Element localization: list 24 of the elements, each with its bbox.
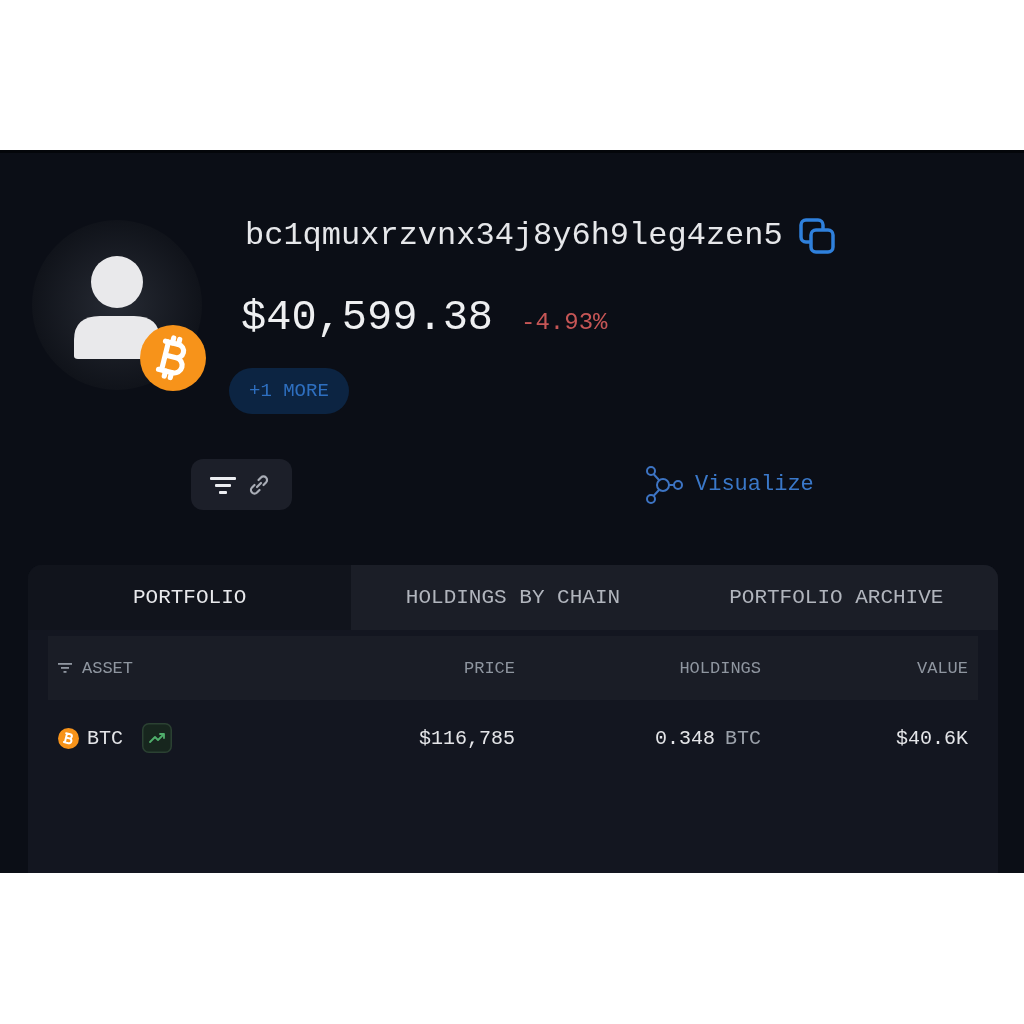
node-graph-icon (645, 465, 683, 504)
visualize-link[interactable]: Visualize (645, 465, 814, 504)
portfolio-tab[interactable]: PORTFOLIO ARCHIVE (674, 565, 998, 630)
asset-symbol: BTC (87, 726, 123, 750)
filter-icon[interactable] (58, 663, 72, 673)
portfolio-tab[interactable]: PORTFOLIO (28, 565, 352, 630)
copy-icon[interactable] (798, 218, 835, 254)
column-header: PRICE (464, 658, 515, 678)
filter-icon[interactable] (210, 475, 236, 494)
balance-amount: $40,599.38 (241, 293, 494, 343)
column-header: HOLDINGS (679, 658, 761, 678)
bitcoin-icon (58, 727, 79, 749)
asset-holdings: 0.348 (654, 726, 715, 750)
holdings-unit: BTC (725, 726, 761, 750)
balance-change: -4.93% (521, 308, 608, 338)
asset-value: $40.6K (896, 726, 968, 750)
bitcoin-icon (140, 325, 206, 391)
asset-price: $116,785 (419, 726, 515, 750)
portfolio-tab[interactable]: HOLDINGS BY CHAIN (351, 565, 675, 630)
column-header: ASSET (82, 658, 133, 678)
wallet-address: bc1qmuxrzvnx34j8y6h9leg4zen5 (245, 216, 783, 256)
column-header: VALUE (917, 658, 968, 678)
trend-chart-icon[interactable] (142, 723, 172, 753)
link-icon[interactable] (248, 473, 270, 496)
